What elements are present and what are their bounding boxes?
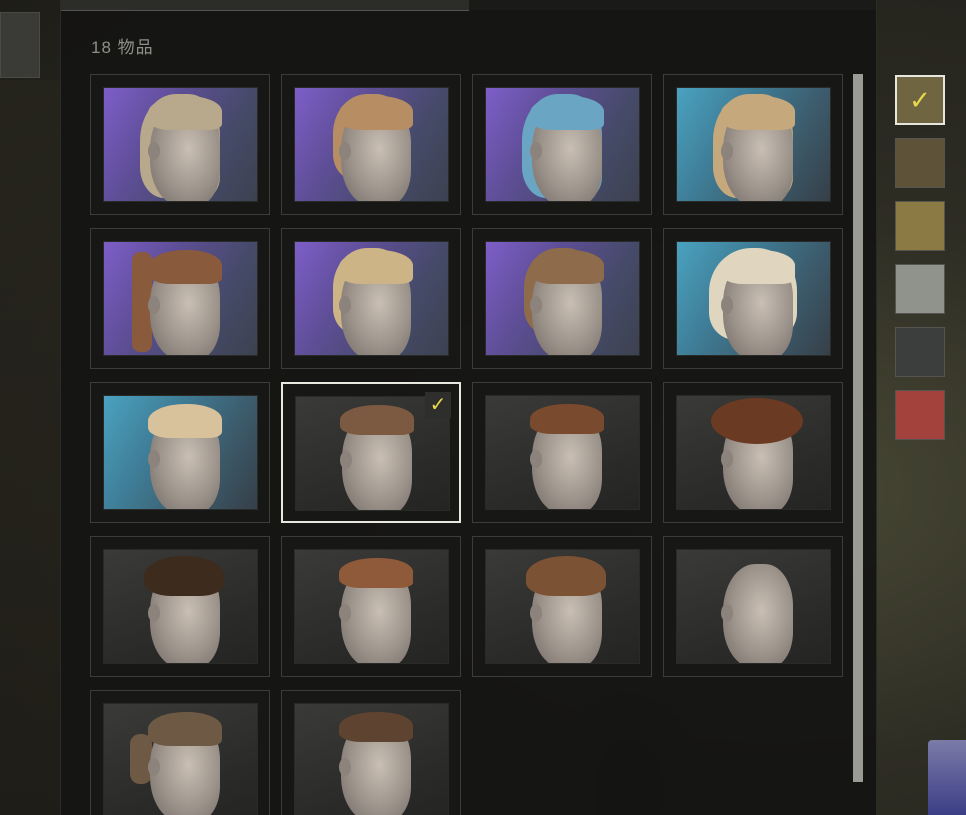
- hair-top-shape: [721, 250, 795, 284]
- swatch-charcoal[interactable]: [895, 327, 945, 377]
- character-ear: [721, 142, 733, 160]
- character-head: [723, 564, 793, 663]
- hair-top-shape: [339, 96, 413, 130]
- hair-top-shape: [339, 712, 413, 742]
- hair-style-preview: [103, 87, 258, 202]
- hair-style-card[interactable]: [90, 228, 270, 369]
- hair-style-preview: [485, 241, 640, 356]
- hair-style-card[interactable]: ✓: [281, 382, 461, 523]
- hair-shape: [130, 734, 152, 784]
- character-ear: [530, 604, 542, 622]
- panel-active-tab-indicator: [61, 0, 469, 11]
- hair-style-preview: [676, 549, 831, 664]
- hair-style-preview: [485, 549, 640, 664]
- hair-style-card[interactable]: [90, 690, 270, 815]
- character-ear: [721, 296, 733, 314]
- character-ear: [530, 142, 542, 160]
- selected-check-icon: ✓: [909, 85, 931, 115]
- hair-style-card[interactable]: [90, 74, 270, 215]
- hair-top-shape: [530, 96, 604, 130]
- hair-style-preview: [103, 395, 258, 510]
- hair-style-grid: ✓: [90, 74, 845, 815]
- hair-style-card[interactable]: [281, 74, 461, 215]
- hair-style-card[interactable]: [663, 382, 843, 523]
- hair-top-shape: [530, 404, 604, 434]
- background-left-shade: [0, 80, 60, 815]
- selected-check-icon: ✓: [425, 392, 451, 418]
- hair-top-shape: [144, 556, 224, 596]
- hair-top-shape: [530, 250, 604, 284]
- hair-style-card[interactable]: [663, 228, 843, 369]
- hair-style-preview: [485, 87, 640, 202]
- hair-style-card[interactable]: [472, 228, 652, 369]
- hair-style-card[interactable]: [281, 690, 461, 815]
- hair-style-preview: [485, 395, 640, 510]
- character-ear: [148, 758, 160, 776]
- hair-top-shape: [340, 405, 414, 435]
- swatch-red[interactable]: [895, 390, 945, 440]
- character-ear: [339, 142, 351, 160]
- background-object: [928, 740, 966, 815]
- hair-top-shape: [721, 96, 795, 130]
- hair-style-card[interactable]: [281, 536, 461, 677]
- character-ear: [721, 450, 733, 468]
- character-ear: [339, 296, 351, 314]
- hair-style-preview: [294, 549, 449, 664]
- hair-style-preview: [103, 703, 258, 815]
- hair-top-shape: [148, 712, 222, 746]
- hair-style-card[interactable]: [472, 74, 652, 215]
- character-ear: [530, 450, 542, 468]
- hair-style-card[interactable]: [281, 228, 461, 369]
- swatch-light-gray[interactable]: [895, 264, 945, 314]
- character-ear: [339, 758, 351, 776]
- hair-top-shape: [339, 250, 413, 284]
- hair-style-preview: [103, 241, 258, 356]
- scrollbar[interactable]: [853, 74, 863, 782]
- hair-style-preview: [676, 395, 831, 510]
- hair-style-card[interactable]: [472, 382, 652, 523]
- character-ear: [339, 604, 351, 622]
- hair-style-preview: [676, 241, 831, 356]
- item-count-label: 18 物品: [91, 38, 154, 57]
- swatch-golden-tan[interactable]: [895, 201, 945, 251]
- hair-top-shape: [148, 96, 222, 130]
- character-ear: [148, 142, 160, 160]
- hair-top-shape: [339, 558, 413, 588]
- character-ear: [148, 296, 160, 314]
- swatch-olive-brown[interactable]: [895, 138, 945, 188]
- hair-style-preview: [294, 703, 449, 815]
- hair-style-preview: [294, 87, 449, 202]
- hair-top-shape: [148, 404, 222, 438]
- swatch-dark-khaki[interactable]: ✓: [895, 75, 945, 125]
- character-ear: [721, 604, 733, 622]
- hair-style-preview: [676, 87, 831, 202]
- hair-style-card[interactable]: [90, 536, 270, 677]
- hair-style-preview: [294, 241, 449, 356]
- character-ear: [530, 296, 542, 314]
- hair-top-shape: [148, 250, 222, 284]
- inventory-panel: 18 物品 ✓: [60, 0, 877, 815]
- hair-top-shape: [526, 556, 606, 596]
- background-tab-left: [0, 12, 40, 78]
- hair-style-card[interactable]: [472, 536, 652, 677]
- character-ear: [148, 604, 160, 622]
- character-ear: [148, 450, 160, 468]
- hair-style-card[interactable]: [663, 74, 843, 215]
- hair-style-card[interactable]: [663, 536, 843, 677]
- scrollbar-thumb[interactable]: [853, 74, 863, 782]
- character-ear: [340, 451, 352, 469]
- hair-top-shape: [711, 398, 803, 444]
- hair-style-preview: [103, 549, 258, 664]
- hair-style-card[interactable]: [90, 382, 270, 523]
